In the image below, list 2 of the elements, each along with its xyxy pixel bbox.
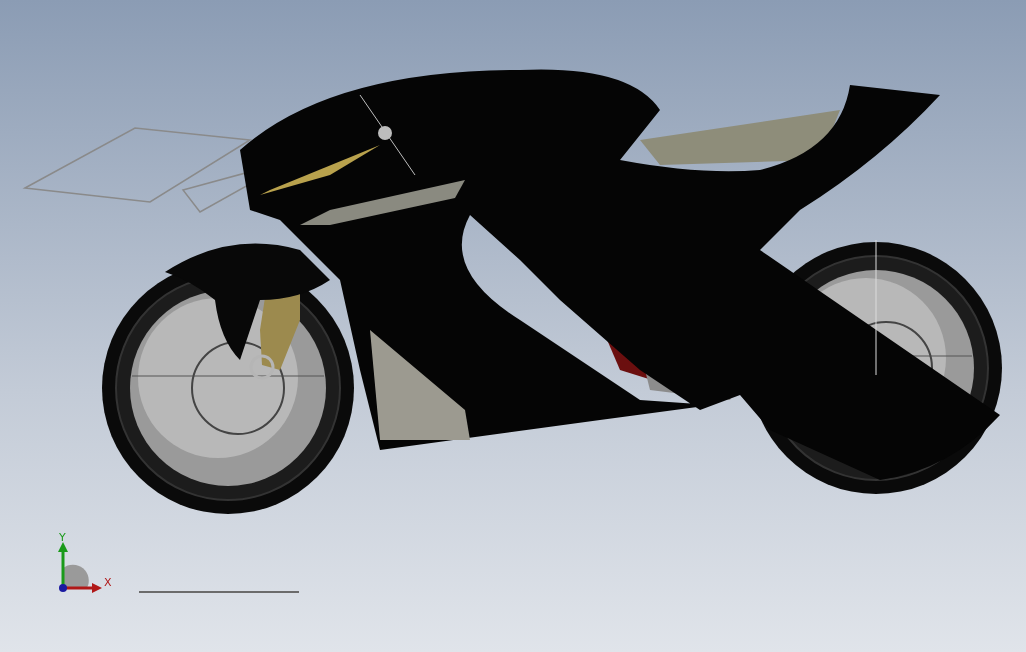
x-axis-label: X (104, 577, 112, 589)
y-axis-label: Y (59, 532, 66, 544)
